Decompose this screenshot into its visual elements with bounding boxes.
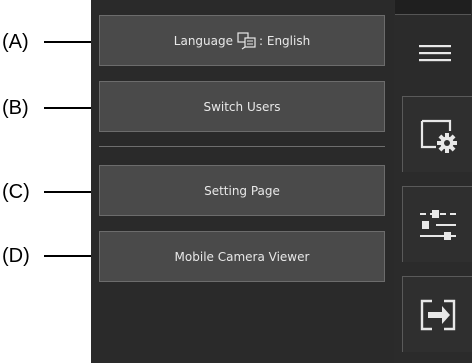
callout-a: (A) bbox=[0, 30, 100, 54]
language-icon bbox=[237, 31, 257, 50]
language-button[interactable]: Language : English bbox=[99, 15, 385, 66]
callout-line bbox=[44, 255, 98, 257]
language-value: : English bbox=[259, 33, 311, 48]
setting-page-button[interactable]: Setting Page bbox=[99, 165, 385, 216]
callout-label: (A) bbox=[2, 31, 29, 53]
callout-line bbox=[44, 41, 98, 43]
hamburger-menu-icon[interactable] bbox=[404, 20, 466, 86]
mobile-camera-viewer-label: Mobile Camera Viewer bbox=[174, 249, 310, 264]
logout-icon[interactable] bbox=[402, 276, 472, 352]
icon-rail bbox=[394, 0, 472, 363]
sliders-icon[interactable] bbox=[402, 186, 472, 262]
callout-line bbox=[44, 107, 98, 109]
setting-page-label: Setting Page bbox=[204, 183, 280, 198]
switch-users-label: Switch Users bbox=[203, 99, 281, 114]
rail-top-tab bbox=[395, 0, 471, 15]
callout-b: (B) bbox=[0, 96, 100, 120]
callout-label: (B) bbox=[2, 97, 29, 119]
menu-panel: Language : English Switch Users Setting … bbox=[91, 0, 401, 363]
callout-d: (D) bbox=[0, 244, 100, 268]
callout-c: (C) bbox=[0, 180, 100, 204]
language-label: Language bbox=[173, 33, 234, 48]
callout-label: (C) bbox=[2, 181, 30, 203]
callout-label: (D) bbox=[2, 245, 30, 267]
menu-divider bbox=[99, 146, 385, 147]
switch-users-button[interactable]: Switch Users bbox=[99, 81, 385, 132]
mobile-camera-viewer-button[interactable]: Mobile Camera Viewer bbox=[99, 231, 385, 282]
callout-line bbox=[44, 191, 98, 193]
settings-gear-icon[interactable] bbox=[402, 96, 472, 172]
